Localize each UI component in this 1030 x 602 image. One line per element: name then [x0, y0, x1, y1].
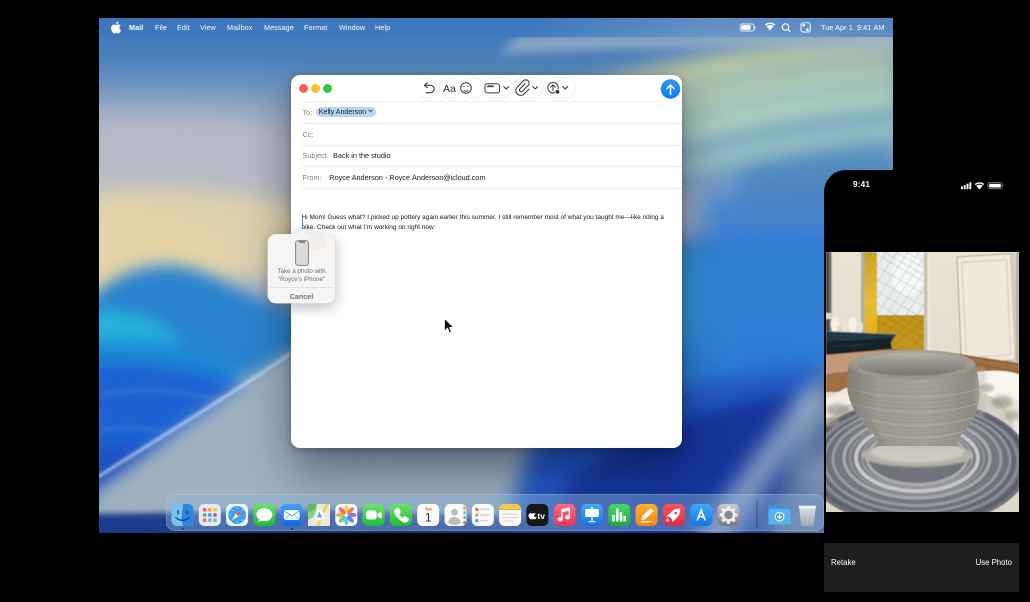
svg-text:Aa: Aa [443, 83, 456, 95]
svg-text:1: 1 [425, 511, 432, 525]
svg-text:tv: tv [537, 511, 545, 521]
